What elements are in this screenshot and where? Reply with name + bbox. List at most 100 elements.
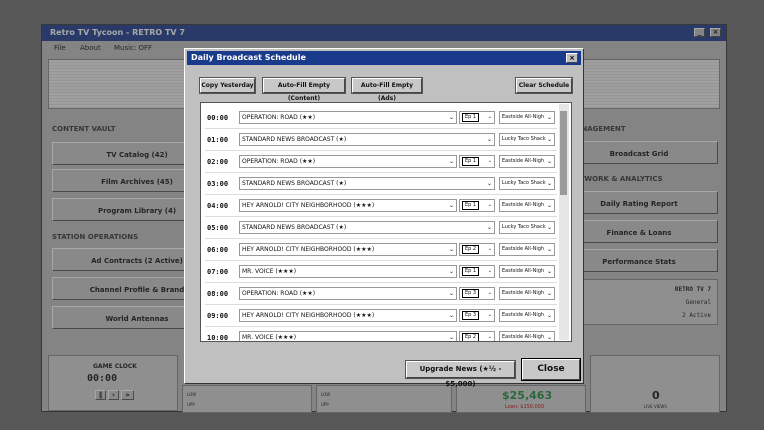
close-button[interactable]: Close [521, 358, 581, 381]
chevron-down-icon: ⌄ [448, 114, 454, 121]
dialog-title-bar: Daily Broadcast Schedule × [187, 51, 581, 65]
ad-select[interactable]: Eastside All-Nigh ⌄ [499, 155, 555, 168]
program-value: OPERATION: ROAD (★★) [242, 290, 316, 297]
ad-value: Lucky Taco Shack [502, 180, 546, 186]
chevron-down-icon: ⌄ [487, 202, 492, 208]
slot-time: 02:00 [207, 158, 229, 166]
ad-select[interactable]: Eastside All-Nigh ⌄ [499, 331, 555, 341]
program-value: OPERATION: ROAD (★★) [242, 158, 316, 165]
slot-time: 09:00 [207, 312, 229, 320]
program-select[interactable]: HEY ARNOLD! CITY NEIGHBORHOOD (★★★) ⌄ [239, 243, 457, 256]
episode-select[interactable]: Ep 1 ⌄ [459, 111, 495, 124]
ad-select[interactable]: Eastside All-Nigh ⌄ [499, 287, 555, 300]
program-value: HEY ARNOLD! CITY NEIGHBORHOOD (★★★) [242, 202, 375, 209]
schedule-row: 06:00 HEY ARNOLD! CITY NEIGHBORHOOD (★★★)… [205, 240, 557, 261]
episode-value: Ep 1 [462, 113, 480, 122]
chevron-down-icon: ⌄ [448, 312, 454, 319]
chevron-down-icon: ⌄ [546, 290, 552, 297]
episode-select[interactable]: Ep 1 ⌄ [459, 199, 495, 212]
chevron-down-icon: ⌄ [546, 268, 552, 275]
ad-select[interactable]: Lucky Taco Shack ⌄ [499, 133, 555, 146]
chevron-down-icon: ⌄ [487, 312, 492, 318]
autofill-ads-button[interactable]: Auto-Fill Empty (Ads) [351, 77, 423, 102]
episode-value: Ep 2 [462, 333, 480, 341]
chevron-down-icon: ⌄ [448, 334, 454, 341]
chevron-down-icon: ⌄ [546, 202, 552, 209]
ad-value: Eastside All-Nigh [502, 246, 545, 252]
clear-schedule-button[interactable]: Clear Schedule [515, 77, 573, 94]
schedule-row: 00:00 OPERATION: ROAD (★★) ⌄ Ep 1 ⌄ Eastside … [205, 108, 557, 129]
program-select[interactable]: OPERATION: ROAD (★★) ⌄ [239, 287, 457, 300]
ad-value: Eastside All-Nigh [502, 158, 545, 164]
chevron-down-icon: ⌄ [486, 224, 492, 231]
ad-select[interactable]: Lucky Taco Shack ⌄ [499, 221, 555, 234]
program-value: HEY ARNOLD! CITY NEIGHBORHOOD (★★★) [242, 312, 375, 319]
ad-select[interactable]: Lucky Taco Shack ⌄ [499, 177, 555, 190]
program-select[interactable]: STANDARD NEWS BROADCAST (★) ⌄ [239, 177, 495, 190]
program-value: STANDARD NEWS BROADCAST (★) [242, 136, 347, 143]
autofill-content-button[interactable]: Auto-Fill Empty (Content) [262, 77, 346, 102]
chevron-down-icon: ⌄ [546, 224, 552, 231]
chevron-down-icon: ⌄ [487, 158, 492, 164]
chevron-down-icon: ⌄ [487, 246, 492, 252]
program-select[interactable]: STANDARD NEWS BROADCAST (★) ⌄ [239, 221, 495, 234]
chevron-down-icon: ⌄ [546, 334, 552, 341]
slot-time: 04:00 [207, 202, 229, 210]
program-select[interactable]: MR. VOICE (★★★) ⌄ [239, 265, 457, 278]
chevron-down-icon: ⌄ [448, 202, 454, 209]
scrollbar-thumb[interactable] [560, 111, 567, 195]
broadcast-schedule-dialog: Daily Broadcast Schedule × Copy Yesterda… [184, 48, 584, 388]
chevron-down-icon: ⌄ [487, 114, 492, 120]
chevron-down-icon: ⌄ [448, 268, 454, 275]
program-select[interactable]: OPERATION: ROAD (★★) ⌄ [239, 111, 457, 124]
slot-time: 08:00 [207, 290, 229, 298]
schedule-row: 09:00 HEY ARNOLD! CITY NEIGHBORHOOD (★★★)… [205, 306, 557, 327]
chevron-down-icon: ⌄ [487, 290, 492, 296]
ad-select[interactable]: Eastside All-Nigh ⌄ [499, 199, 555, 212]
slot-time: 06:00 [207, 246, 229, 254]
slot-time: 07:00 [207, 268, 229, 276]
episode-select[interactable]: Ep 2 ⌄ [459, 331, 495, 341]
chevron-down-icon: ⌄ [546, 180, 552, 187]
episode-value: Ep 2 [462, 245, 480, 254]
ad-select[interactable]: Eastside All-Nigh ⌄ [499, 309, 555, 322]
schedule-row: 08:00 OPERATION: ROAD (★★) ⌄ Ep 3 ⌄ Eastside … [205, 284, 557, 305]
ad-select[interactable]: Eastside All-Nigh ⌄ [499, 243, 555, 256]
program-value: MR. VOICE (★★★) [242, 334, 297, 341]
program-select[interactable]: STANDARD NEWS BROADCAST (★) ⌄ [239, 133, 495, 146]
chevron-down-icon: ⌄ [448, 158, 454, 165]
episode-value: Ep 3 [462, 311, 480, 320]
episode-select[interactable]: Ep 2 ⌄ [459, 243, 495, 256]
episode-select[interactable]: Ep 1 ⌄ [459, 155, 495, 168]
program-value: STANDARD NEWS BROADCAST (★) [242, 224, 347, 231]
ad-select[interactable]: Eastside All-Nigh ⌄ [499, 265, 555, 278]
schedule-row: 04:00 HEY ARNOLD! CITY NEIGHBORHOOD (★★★)… [205, 196, 557, 217]
ad-value: Eastside All-Nigh [502, 202, 545, 208]
schedule-list[interactable]: 00:00 OPERATION: ROAD (★★) ⌄ Ep 1 ⌄ Eastside … [200, 102, 572, 342]
slot-time: 01:00 [207, 136, 229, 144]
ad-value: Eastside All-Nigh [502, 312, 545, 318]
program-select[interactable]: HEY ARNOLD! CITY NEIGHBORHOOD (★★★) ⌄ [239, 309, 457, 322]
episode-value: Ep 3 [462, 289, 480, 298]
program-select[interactable]: HEY ARNOLD! CITY NEIGHBORHOOD (★★★) ⌄ [239, 199, 457, 212]
ad-value: Eastside All-Nigh [502, 114, 545, 120]
chevron-down-icon: ⌄ [546, 246, 552, 253]
schedule-row: 02:00 OPERATION: ROAD (★★) ⌄ Ep 1 ⌄ Eastside … [205, 152, 557, 173]
program-select[interactable]: OPERATION: ROAD (★★) ⌄ [239, 155, 457, 168]
ad-value: Lucky Taco Shack [502, 224, 546, 230]
upgrade-news-button[interactable]: Upgrade News (★½ - $5,000) [405, 360, 516, 388]
dialog-close-icon[interactable]: × [566, 53, 578, 63]
program-value: MR. VOICE (★★★) [242, 268, 297, 275]
schedule-row: 01:00 STANDARD NEWS BROADCAST (★) ⌄ Lucky T… [205, 130, 557, 151]
ad-select[interactable]: Eastside All-Nigh ⌄ [499, 111, 555, 124]
program-select[interactable]: MR. VOICE (★★★) ⌄ [239, 331, 457, 341]
ad-value: Eastside All-Nigh [502, 290, 545, 296]
ad-value: Eastside All-Nigh [502, 334, 545, 340]
copy-yesterday-button[interactable]: Copy Yesterday [199, 77, 256, 94]
episode-select[interactable]: Ep 3 ⌄ [459, 287, 495, 300]
episode-select[interactable]: Ep 3 ⌄ [459, 309, 495, 322]
slot-time: 05:00 [207, 224, 229, 232]
chevron-down-icon: ⌄ [448, 246, 454, 253]
program-value: OPERATION: ROAD (★★) [242, 114, 316, 121]
episode-select[interactable]: Ep 1 ⌄ [459, 265, 495, 278]
